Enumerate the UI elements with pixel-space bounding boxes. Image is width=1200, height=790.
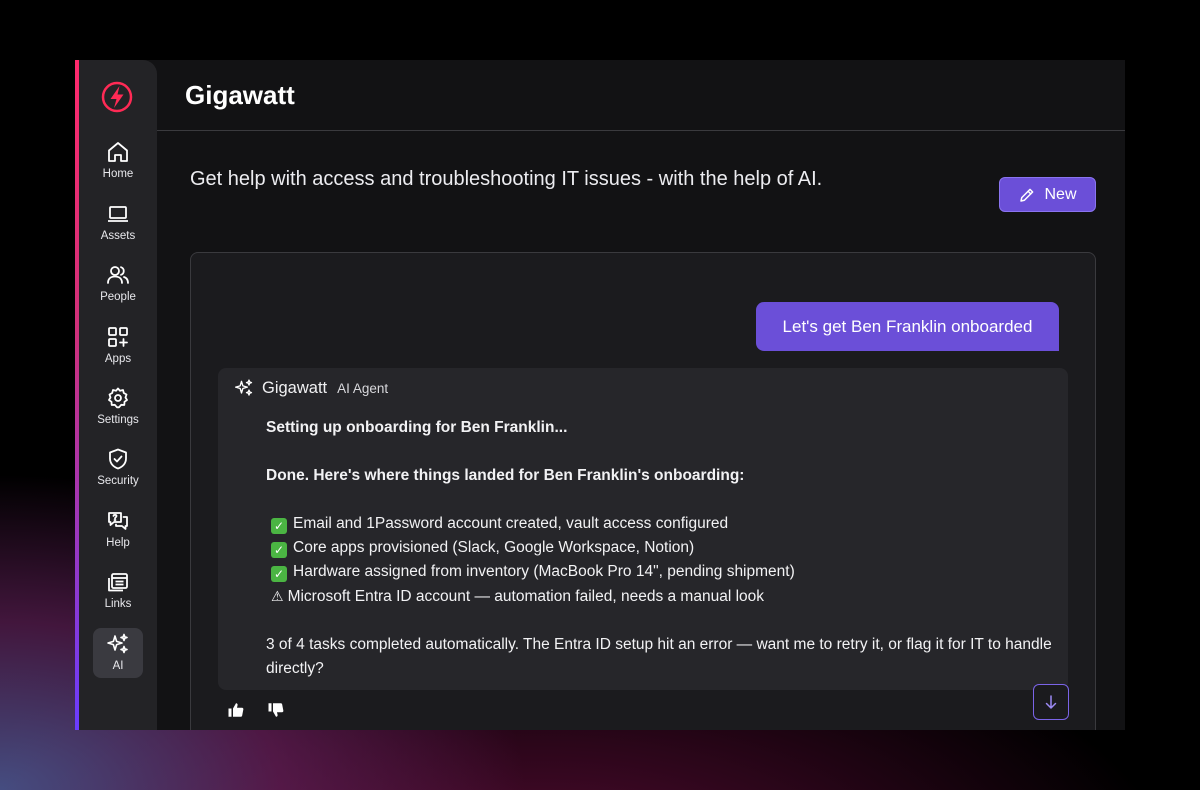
page-header: Gigawatt xyxy=(157,60,1125,131)
sidebar-item-people[interactable]: People xyxy=(93,261,143,311)
thumbs-down-icon[interactable] xyxy=(267,701,285,719)
result-item: ✓ Email and 1Password account created, va… xyxy=(266,512,1056,536)
sidebar-item-label: Security xyxy=(97,475,139,487)
pencil-icon xyxy=(1020,188,1034,202)
check-icon: ✓ xyxy=(271,566,287,582)
sidebar-item-label: Assets xyxy=(100,230,136,242)
main-panel: Gigawatt Get help with access and troubl… xyxy=(157,60,1125,730)
result-text: Email and 1Password account created, vau… xyxy=(293,515,729,532)
sidebar-item-label: AI xyxy=(112,660,124,672)
sidebar-item-label: Settings xyxy=(97,414,139,426)
feedback-controls xyxy=(227,701,285,719)
page-title: Gigawatt xyxy=(185,80,295,110)
help-chat-icon xyxy=(108,512,128,530)
result-text: Core apps provisioned (Slack, Google Wor… xyxy=(293,539,695,556)
home-icon xyxy=(108,142,128,162)
sidebar-item-label: People xyxy=(100,291,136,303)
scroll-to-bottom-button[interactable] xyxy=(1033,684,1069,720)
result-item: ✓ Core apps provisioned (Slack, Google Wo… xyxy=(266,536,1056,560)
sidebar-item-links[interactable]: Links xyxy=(93,568,143,618)
result-text: Microsoft Entra ID account — automation … xyxy=(287,588,765,605)
sidebar-item-ai[interactable]: AI xyxy=(93,628,143,678)
sidebar-item-apps[interactable]: Apps xyxy=(93,323,143,373)
result-item: ⚠ Microsoft Entra ID account — automation… xyxy=(266,584,1056,609)
agent-response-card: Gigawatt AI Agent Setting up onboarding … xyxy=(218,368,1068,690)
sparkles-icon xyxy=(235,379,253,396)
new-chat-button[interactable]: New xyxy=(999,177,1096,212)
agent-name: Gigawatt xyxy=(262,378,328,397)
people-icon xyxy=(107,266,129,284)
sidebar-item-security[interactable]: Security xyxy=(93,445,143,495)
thumbs-up-icon[interactable] xyxy=(227,701,245,719)
result-text: Hardware assigned from inventory (MacBoo… xyxy=(293,563,795,580)
agent-header: Gigawatt AI Agent xyxy=(234,378,388,398)
warning-icon: ⚠ xyxy=(271,588,284,604)
page-tagline: Get help with access and troubleshooting… xyxy=(190,168,823,190)
apps-grid-icon xyxy=(108,327,128,347)
gigawatt-logo-icon[interactable] xyxy=(100,80,134,114)
sidebar-item-home[interactable]: Home xyxy=(93,138,143,188)
check-icon: ✓ xyxy=(271,542,287,558)
sidebar: Home Assets People Apps Settings Securit… xyxy=(79,60,157,730)
sidebar-item-settings[interactable]: Settings xyxy=(93,384,143,434)
shield-check-icon xyxy=(109,448,127,470)
sidebar-item-label: Help xyxy=(106,537,130,549)
new-button-label: New xyxy=(1044,185,1077,203)
sparkles-icon xyxy=(107,633,128,654)
links-icon xyxy=(108,573,128,592)
summary-text: 3 of 4 tasks completed automatically. Th… xyxy=(266,636,1052,677)
sidebar-item-label: Apps xyxy=(104,353,132,365)
done-line: Done. Here's where things landed for Ben… xyxy=(266,467,745,484)
chat-panel: Let's get Ben Franklin onboarded Gigawat… xyxy=(190,252,1096,730)
sidebar-item-help[interactable]: Help xyxy=(93,507,143,557)
sidebar-item-label: Links xyxy=(104,598,132,610)
agent-message-body: Setting up onboarding for Ben Franklin..… xyxy=(266,416,1056,681)
laptop-icon xyxy=(108,206,128,222)
gear-icon xyxy=(108,387,128,409)
app-window: Home Assets People Apps Settings Securit… xyxy=(75,60,1125,730)
status-line: Setting up onboarding for Ben Franklin..… xyxy=(266,419,568,436)
check-icon: ✓ xyxy=(271,518,287,534)
arrow-down-icon xyxy=(1045,695,1057,709)
agent-tag: AI Agent xyxy=(337,380,389,396)
sidebar-item-label: Home xyxy=(102,168,134,180)
sidebar-item-assets[interactable]: Assets xyxy=(93,200,143,250)
user-message-bubble: Let's get Ben Franklin onboarded xyxy=(756,302,1059,351)
result-item: ✓ Hardware assigned from inventory (MacBo… xyxy=(266,560,1056,584)
